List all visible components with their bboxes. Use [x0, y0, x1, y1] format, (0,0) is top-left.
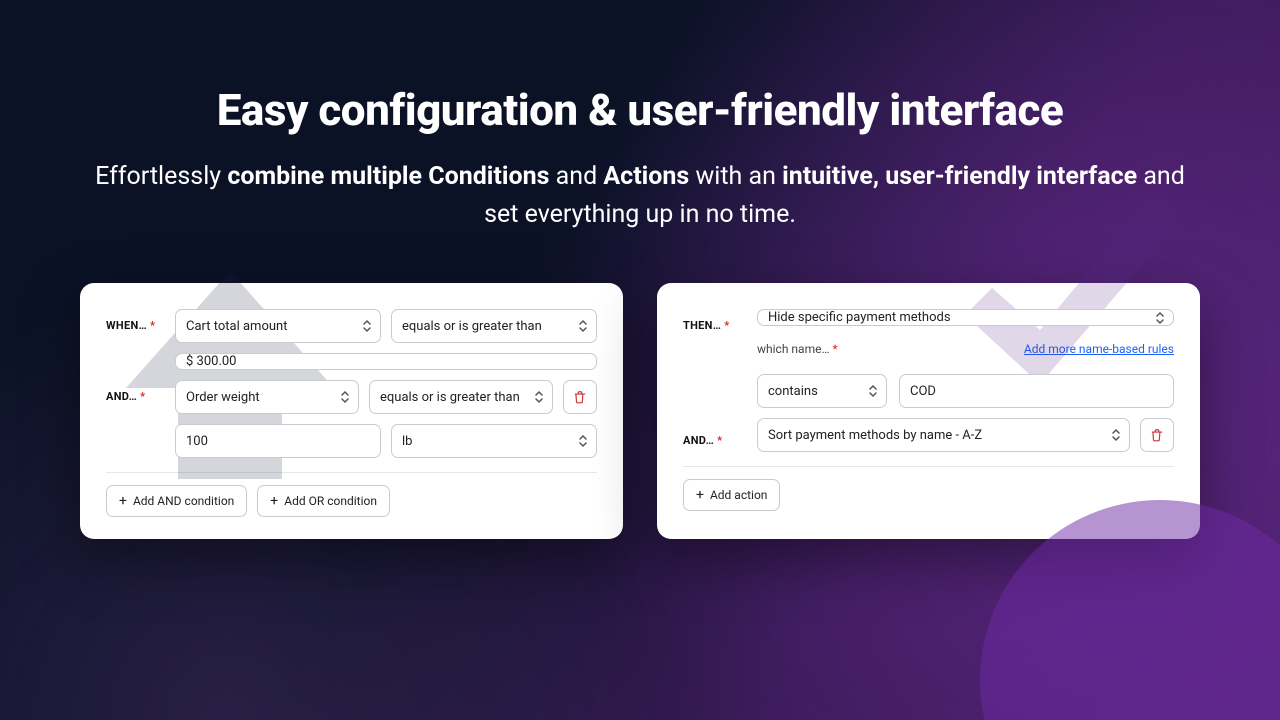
condition-field-select[interactable]: Cart total amount — [175, 309, 381, 343]
name-match-operator-select[interactable]: contains — [757, 374, 887, 408]
trash-icon — [1150, 428, 1164, 442]
add-or-condition-button[interactable]: + Add OR condition — [257, 485, 390, 517]
plus-icon: + — [270, 494, 278, 508]
hero-subtitle: Effortlessly combine multiple Conditions… — [90, 158, 1190, 233]
action-select[interactable]: Hide specific payment methods — [757, 309, 1174, 326]
chevron-updown-icon — [1111, 428, 1121, 442]
chevron-updown-icon — [362, 319, 372, 333]
condition-value-input[interactable]: $ 300.00 — [175, 353, 597, 370]
then-label: THEN… * — [683, 309, 743, 332]
chevron-updown-icon — [868, 384, 878, 398]
which-name-label: which name… * — [757, 342, 838, 356]
actions-panel: THEN… * Hide specific payment methods wh… — [657, 283, 1200, 539]
condition-field-select[interactable]: Order weight — [175, 380, 359, 414]
add-and-condition-button[interactable]: + Add AND condition — [106, 485, 247, 517]
condition-operator-select[interactable]: equals or is greater than — [391, 309, 597, 343]
when-label: WHEN… * — [106, 309, 161, 332]
action-select[interactable]: Sort payment methods by name - A-Z — [757, 418, 1130, 452]
and-label: AND… * — [106, 380, 161, 403]
name-match-value-input[interactable]: COD — [899, 374, 1174, 408]
chevron-updown-icon — [1155, 311, 1165, 325]
add-action-button[interactable]: + Add action — [683, 479, 780, 511]
condition-value-input[interactable]: 100 — [175, 424, 381, 458]
condition-operator-select[interactable]: equals or is greater than — [369, 380, 553, 414]
trash-icon — [573, 390, 587, 404]
chevron-updown-icon — [578, 434, 588, 448]
chevron-updown-icon — [534, 390, 544, 404]
divider — [106, 472, 597, 473]
divider — [683, 466, 1174, 467]
hero-title: Easy configuration & user-friendly inter… — [60, 84, 1220, 136]
plus-icon: + — [696, 488, 704, 502]
plus-icon: + — [119, 494, 127, 508]
and-label: AND… * — [683, 424, 743, 447]
add-name-rules-link[interactable]: Add more name-based rules — [1024, 342, 1174, 356]
delete-condition-button[interactable] — [563, 380, 597, 414]
condition-unit-select[interactable]: lb — [391, 424, 597, 458]
chevron-updown-icon — [340, 390, 350, 404]
conditions-panel: WHEN… * Cart total amount equals or is g… — [80, 283, 623, 539]
delete-action-button[interactable] — [1140, 418, 1174, 452]
chevron-updown-icon — [578, 319, 588, 333]
